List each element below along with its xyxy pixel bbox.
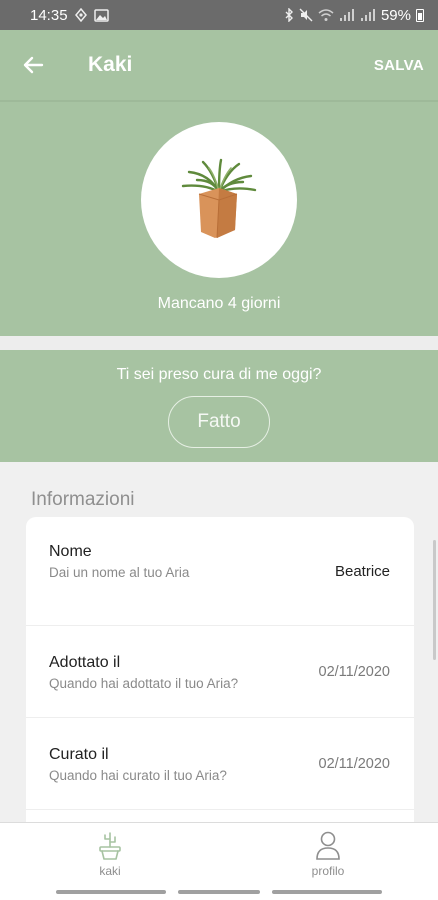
nav-label: profilo — [311, 864, 345, 878]
home-indicator — [178, 890, 260, 894]
care-question: Ti sei preso cura di me oggi? — [116, 366, 322, 383]
bluetooth-icon — [285, 8, 293, 22]
info-row-cared[interactable]: Curato il Quando hai curato il tuo Aria?… — [26, 717, 414, 809]
battery-icon — [416, 8, 424, 22]
nav-label: kaki — [99, 864, 121, 878]
info-card: Nome Dai un nome al tuo Aria Beatrice Ad… — [26, 517, 414, 837]
info-row-hint: Quando hai curato il tuo Aria? — [49, 768, 227, 783]
mute-icon — [299, 8, 313, 22]
info-row-label: Adottato il — [49, 654, 121, 671]
days-left-text: Mancano 4 giorni — [157, 295, 281, 312]
status-time: 14:35 — [30, 6, 68, 24]
section-divider — [0, 336, 438, 350]
home-indicator — [272, 890, 382, 894]
signal-2-icon — [360, 8, 375, 21]
cactus-pot-icon — [99, 832, 121, 860]
info-row-value: Beatrice — [334, 563, 390, 580]
air-plant-pot-icon — [181, 158, 257, 239]
info-row-label: Curato il — [49, 746, 109, 763]
nav-item-kaki[interactable]: kaki — [70, 829, 150, 878]
scrollbar[interactable] — [433, 540, 436, 660]
hero-divider — [0, 100, 438, 102]
bottom-nav: kaki profilo — [0, 822, 438, 900]
info-row-value: 02/11/2020 — [318, 664, 391, 680]
done-button[interactable]: Fatto — [168, 396, 270, 448]
info-row-label: Nome — [49, 543, 92, 560]
battery-percent: 59% — [380, 6, 411, 24]
info-row-text: Adottato il Quando hai adottato il tuo A… — [49, 654, 238, 691]
info-row-adopted[interactable]: Adottato il Quando hai adottato il tuo A… — [26, 625, 414, 717]
info-row-text: Curato il Quando hai curato il tuo Aria? — [49, 746, 227, 783]
app-bar: Kaki SALVA — [0, 30, 438, 100]
home-indicator — [56, 890, 166, 894]
info-row-name[interactable]: Nome Dai un nome al tuo Aria Beatrice — [26, 517, 414, 625]
info-row-text: Nome Dai un nome al tuo Aria — [49, 543, 189, 580]
back-arrow-icon[interactable] — [22, 54, 44, 76]
user-icon — [316, 831, 340, 860]
image-icon — [93, 8, 109, 22]
plant-avatar — [141, 122, 297, 278]
info-section: Informazioni Nome Dai un nome al tuo Ari… — [0, 462, 438, 837]
save-button[interactable]: SALVA — [374, 57, 424, 74]
plant-hero: Mancano 4 giorni — [0, 100, 438, 336]
signal-icon — [339, 8, 354, 21]
status-bar-right: 59% — [284, 7, 424, 24]
info-row-hint: Quando hai adottato il tuo Aria? — [49, 676, 239, 691]
status-bar: 14:35 59% — [0, 0, 438, 30]
info-row-hint: Dai un nome al tuo Aria — [49, 565, 190, 580]
status-bar-left: 14:35 — [30, 7, 109, 24]
airdrop-icon — [74, 8, 87, 22]
section-title: Informazioni — [31, 489, 135, 510]
care-section: Ti sei preso cura di me oggi? Fatto — [0, 350, 438, 462]
nav-item-profilo[interactable]: profilo — [288, 829, 368, 878]
wifi-icon — [318, 8, 334, 21]
info-row-value: 02/11/2020 — [318, 756, 391, 772]
page-title: Kaki — [88, 53, 133, 76]
